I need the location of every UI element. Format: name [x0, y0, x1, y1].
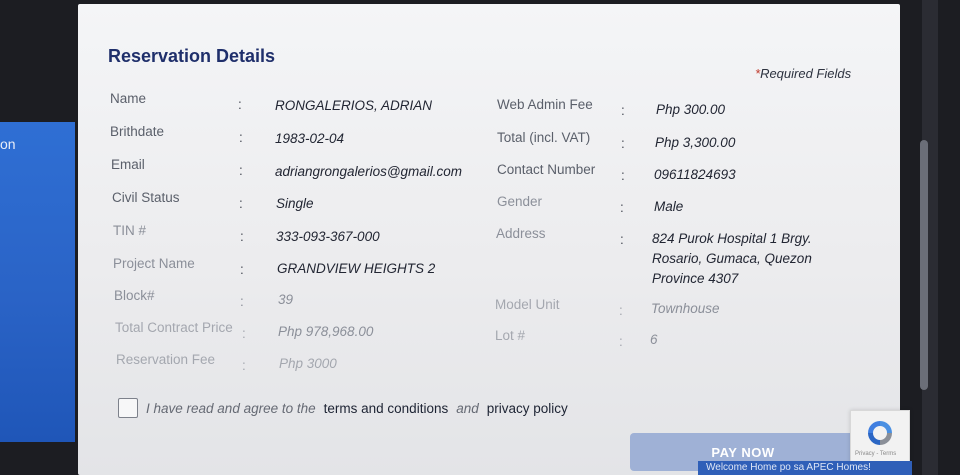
block-value: 39 — [278, 292, 294, 307]
email-value: adriangrongalerios@gmail.com — [275, 164, 463, 179]
model-unit-value: Townhouse — [651, 301, 720, 316]
colon: : — [240, 294, 244, 309]
reservation-details-modal: Reservation Details *Required Fields Nam… — [78, 4, 900, 475]
recaptcha-badge[interactable]: Privacy - Terms — [850, 410, 910, 467]
colon: : — [238, 97, 242, 112]
reservation-fee-value: Php 3000 — [279, 356, 337, 371]
colon: : — [620, 232, 624, 247]
tin-value: 333-093-367-000 — [276, 229, 380, 244]
terms-link[interactable]: terms and conditions — [324, 401, 449, 416]
colon: : — [239, 163, 243, 178]
colon: : — [240, 229, 244, 244]
colon: : — [239, 130, 243, 145]
modal-title: Reservation Details — [108, 46, 276, 66]
web-admin-fee-label: Web Admin Fee — [497, 97, 593, 112]
gender-value: Male — [654, 199, 684, 214]
recaptcha-icon — [868, 421, 892, 445]
lot-label: Lot # — [495, 328, 526, 343]
agreement-row: I have read and agree to the terms and c… — [118, 398, 568, 418]
chat-widget-bar[interactable]: Welcome Home po sa APEC Homes! — [698, 461, 912, 475]
name-label: Name — [110, 91, 147, 106]
colon: : — [240, 262, 244, 277]
name-value: RONGALERIOS, ADRIAN — [275, 98, 433, 113]
recaptcha-links[interactable]: Privacy - Terms — [855, 451, 896, 457]
project-name-label: Project Name — [113, 256, 195, 271]
contact-number-label: Contact Number — [497, 162, 596, 177]
required-fields-note: *Required Fields — [755, 66, 852, 81]
agree-checkbox[interactable] — [118, 398, 138, 418]
colon: : — [239, 196, 243, 211]
privacy-policy-link[interactable]: privacy policy — [487, 401, 568, 416]
agreement-and: and — [456, 400, 479, 416]
email-label: Email — [111, 157, 145, 172]
background-text: on — [0, 136, 16, 152]
colon: : — [621, 168, 625, 183]
total-incl-vat-label: Total (incl. VAT) — [497, 130, 591, 145]
tin-label: TIN # — [113, 223, 147, 238]
contact-number-value: 09611824693 — [654, 167, 736, 182]
reservation-fee-label: Reservation Fee — [116, 352, 216, 367]
colon: : — [620, 200, 624, 215]
address-value: 824 Purok Hospital 1 Brgy. Rosario, Guma… — [652, 231, 812, 286]
birthdate-label: Brithdate — [110, 124, 165, 139]
page-scrollbar-thumb[interactable] — [920, 140, 928, 390]
web-admin-fee-value: Php 300.00 — [656, 102, 726, 117]
block-label: Block# — [114, 288, 155, 303]
model-unit-label: Model Unit — [495, 297, 560, 312]
colon: : — [621, 136, 625, 151]
civil-status-label: Civil Status — [112, 190, 180, 205]
colon: : — [619, 303, 623, 318]
colon: : — [621, 103, 625, 118]
background-panel — [0, 122, 75, 442]
address-label: Address — [496, 226, 546, 241]
agreement-text: I have read and agree to the — [146, 400, 316, 416]
total-contract-price-value: Php 978,968.00 — [278, 324, 374, 339]
total-incl-vat-value: Php 3,300.00 — [655, 135, 736, 150]
colon: : — [242, 358, 246, 373]
project-name-value: GRANDVIEW HEIGHTS 2 — [277, 261, 436, 276]
birthdate-value: 1983-02-04 — [275, 131, 345, 146]
colon: : — [619, 334, 623, 349]
lot-value: 6 — [650, 332, 658, 347]
civil-status-value: Single — [276, 196, 314, 211]
total-contract-price-label: Total Contract Price — [115, 320, 233, 335]
gender-label: Gender — [497, 194, 543, 209]
colon: : — [242, 326, 246, 341]
